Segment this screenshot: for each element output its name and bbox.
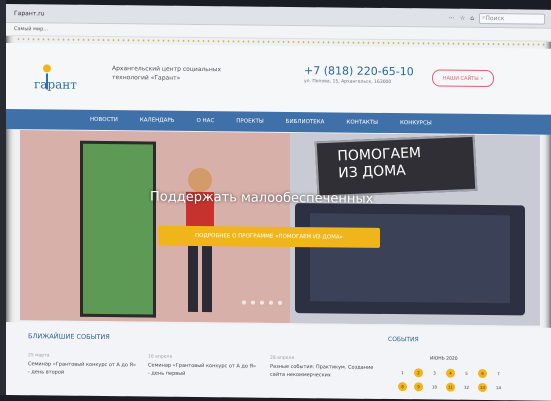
slider-dot[interactable] xyxy=(260,300,264,305)
calendar-day[interactable]: 10 xyxy=(430,382,439,391)
nav-contacts[interactable]: КОНТАКТЫ xyxy=(346,120,378,126)
nav-calendar[interactable]: КАЛЕНДАРЬ xyxy=(140,117,175,123)
event-text: Семинар «Грантовый конкурс от А до Я» - … xyxy=(28,361,137,376)
organization-line: технологий «Гарант» xyxy=(112,74,181,82)
calendar-day[interactable]: 5 xyxy=(462,369,471,378)
slider-dot[interactable] xyxy=(278,300,282,305)
calendar-day[interactable]: 11 xyxy=(446,382,455,392)
calendar-day[interactable]: 8 xyxy=(398,382,407,392)
logo-text: гарант xyxy=(34,77,77,92)
hero-title: Поддержать малообеспеченных xyxy=(150,189,374,207)
nav-projects[interactable]: ПРОЕКТЫ xyxy=(236,118,263,124)
calendar-month: ИЮНЬ 2020 xyxy=(430,356,458,362)
event-item[interactable]: 28 апреля Разные события: Практикум. Соз… xyxy=(270,355,380,380)
monitor-screen: Гарант.ru ⋯ ☆ ⌂ ⌕ Поиск Самый мир... гар… xyxy=(6,4,551,401)
menu-icon[interactable]: ⋯ xyxy=(449,14,455,21)
our-sites-button[interactable]: НАШИ САЙТЫ » xyxy=(432,69,494,88)
hero-details-button[interactable]: ПОДРОБНЕЕ О ПРОГРАММЕ «ПОМОГАЕМ ИЗ ДОМА» xyxy=(158,225,380,248)
calendar-day[interactable]: 3 xyxy=(430,368,439,377)
event-text: Семинар «Грантовый конкурс от А до Я» - … xyxy=(148,362,257,377)
calendar-day[interactable]: 14 xyxy=(494,383,503,392)
events-section: БЛИЖАЙШИЕ СОБЫТИЯ 25 марта Семинар «Гран… xyxy=(6,322,551,401)
bookmark-icon[interactable]: ☆ xyxy=(460,14,465,21)
calendar-week: 1 2 3 4 5 6 7 xyxy=(398,368,503,379)
calendar-day[interactable]: 6 xyxy=(478,368,487,379)
slider-dot[interactable] xyxy=(269,300,273,305)
calendar-day[interactable]: 9 xyxy=(414,382,423,392)
calendar-day[interactable]: 12 xyxy=(462,383,471,392)
nav-library[interactable]: БИБЛИОТЕКА xyxy=(286,119,325,125)
calendar-day[interactable]: 2 xyxy=(414,368,423,378)
search-placeholder: Поиск xyxy=(485,14,505,22)
event-item[interactable]: 25 марта Семинар «Грантовый конкурс от А… xyxy=(28,352,138,377)
event-text: Разные события: Практикум. Создание сайт… xyxy=(270,363,374,379)
door-illustration xyxy=(80,140,156,318)
home-icon[interactable]: ⌂ xyxy=(470,14,474,21)
slider-dot[interactable] xyxy=(242,300,246,305)
slider-pagination xyxy=(242,300,282,305)
hero-banner[interactable]: ПОМОГАЕМ ИЗ ДОМА Поддержать малообеспече… xyxy=(20,130,540,326)
nav-about[interactable]: О НАС xyxy=(196,118,214,124)
phone-number[interactable]: +7 (818) 220-65-10 xyxy=(304,64,414,78)
nav-news[interactable]: НОВОСТИ xyxy=(90,117,118,123)
address: ул. Попова, 15, Архангельск, 163000 xyxy=(304,79,392,86)
slider-dot[interactable] xyxy=(251,300,255,305)
calendar-heading: СОБЫТИЯ xyxy=(388,336,419,344)
site-header: гарант Архангельский центр социальных те… xyxy=(6,43,551,115)
search-input[interactable]: ⌕ Поиск xyxy=(479,12,545,25)
events-heading: БЛИЖАЙШИЕ СОБЫТИЯ xyxy=(28,332,110,342)
calendar-day[interactable]: 4 xyxy=(446,368,455,378)
event-item[interactable]: 16 апреля Семинар «Грантовый конкурс от … xyxy=(148,353,258,378)
calendar-day[interactable]: 1 xyxy=(398,368,407,377)
nav-contests[interactable]: КОНКУРСЫ xyxy=(400,120,432,126)
calendar-week: 8 9 10 11 12 13 14 xyxy=(398,382,503,393)
calendar-day[interactable]: 7 xyxy=(494,369,503,378)
calendar-day[interactable]: 13 xyxy=(478,382,487,393)
browser-actions: ⋯ ☆ ⌂ ⌕ Поиск xyxy=(449,12,545,25)
bookmark-item[interactable]: Самый мир... xyxy=(14,26,48,32)
help-from-home-sign: ПОМОГАЕМ ИЗ ДОМА xyxy=(314,134,478,198)
address-bar[interactable]: Гарант.ru xyxy=(14,10,214,19)
organization-name: Архангельский центр социальных технологи… xyxy=(112,64,252,83)
